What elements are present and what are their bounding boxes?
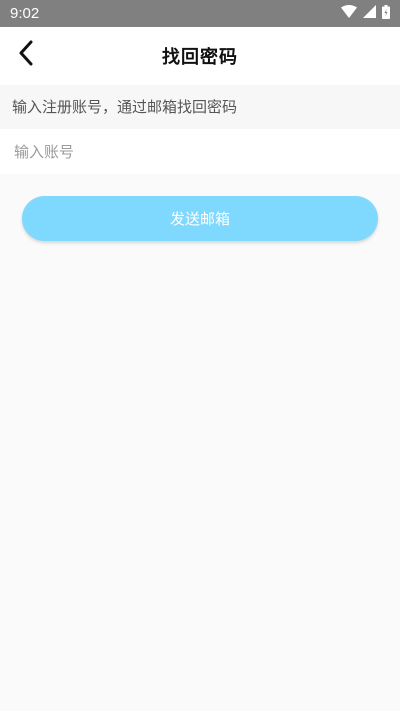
- app-bar: 找回密码: [0, 27, 400, 85]
- page-title: 找回密码: [162, 47, 238, 68]
- instruction-text: 输入注册账号，通过邮箱找回密码: [0, 85, 400, 129]
- status-bar: 9:02: [0, 0, 400, 27]
- account-input[interactable]: [12, 141, 400, 162]
- status-time: 9:02: [10, 5, 40, 22]
- wifi-icon: [341, 5, 357, 22]
- battery-icon: [382, 4, 390, 23]
- account-field-row: [0, 129, 400, 174]
- status-icons: [341, 4, 390, 23]
- back-button[interactable]: [10, 39, 42, 71]
- signal-icon: [363, 5, 376, 22]
- chevron-left-icon: [18, 40, 34, 70]
- send-email-button[interactable]: 发送邮箱: [22, 196, 378, 241]
